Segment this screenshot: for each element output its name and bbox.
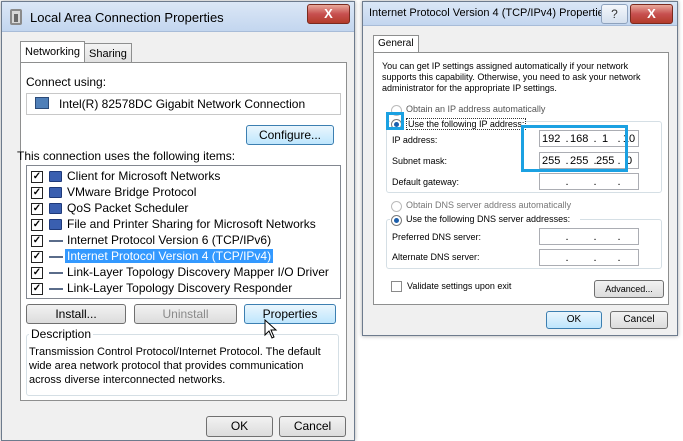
obtain-ip-auto-label: Obtain an IP address automatically (406, 104, 546, 114)
item-checkbox[interactable]: ✓ (31, 219, 43, 231)
cancel-button[interactable]: Cancel (610, 311, 668, 329)
use-following-ip-option[interactable]: Use the following IP address: (390, 118, 527, 132)
client-icon (49, 171, 62, 182)
tab-sharing[interactable]: Sharing (84, 43, 132, 63)
list-item[interactable]: ✓ Link-Layer Topology Discovery Mapper I… (27, 265, 340, 281)
network-service-icon (49, 187, 62, 198)
network-card-icon (35, 97, 49, 109)
uninstall-button[interactable]: Uninstall (134, 304, 237, 324)
network-service-icon (49, 219, 62, 230)
preferred-dns-label: Preferred DNS server: (392, 232, 482, 242)
properties-button[interactable]: Properties (244, 304, 336, 324)
intro-text: You can get IP settings assigned automat… (382, 61, 641, 93)
list-item[interactable]: ✓ Client for Microsoft Networks (27, 169, 340, 185)
subnet-mask-label: Subnet mask: (392, 156, 448, 166)
item-label: Link-Layer Topology Discovery Mapper I/O… (67, 265, 329, 279)
ip-address-label: IP address: (392, 135, 438, 145)
obtain-dns-auto-label: Obtain DNS server address automatically (406, 200, 572, 210)
help-button[interactable]: ? (601, 4, 628, 24)
highlight-use-following-ip (386, 112, 404, 130)
network-service-icon (49, 203, 62, 214)
ok-button[interactable]: OK (206, 416, 273, 437)
item-checkbox[interactable]: ✓ (31, 251, 43, 263)
tab-networking[interactable]: Networking (20, 41, 86, 63)
close-button[interactable]: X (630, 4, 673, 24)
highlight-ip-fields (521, 125, 628, 172)
use-following-dns-label: Use the following DNS server addresses: (406, 214, 571, 224)
protocol-icon (49, 272, 63, 274)
item-label: Internet Protocol Version 4 (TCP/IPv4) (65, 249, 274, 263)
item-label: QoS Packet Scheduler (67, 201, 189, 215)
title-bar[interactable]: Internet Protocol Version 4 (TCP/IPv4) P… (363, 2, 677, 26)
alternate-dns-field[interactable]: . . . (539, 249, 639, 266)
default-gateway-field[interactable]: . . . (539, 173, 639, 190)
protocol-icon (49, 256, 63, 258)
items-label: This connection uses the following items… (17, 149, 236, 163)
item-label: Link-Layer Topology Discovery Responder (67, 281, 293, 295)
install-button[interactable]: Install... (26, 304, 126, 324)
preferred-dns-field[interactable]: . . . (539, 228, 639, 245)
use-following-ip-label: Use the following IP address: (406, 118, 527, 130)
description-label: Description (29, 327, 94, 341)
list-item[interactable]: ✓ Link-Layer Topology Discovery Responde… (27, 281, 340, 297)
item-label: VMware Bridge Protocol (67, 185, 197, 199)
description-text: Transmission Control Protocol/Internet P… (29, 346, 321, 386)
general-panel: You can get IP settings assigned automat… (373, 52, 669, 305)
dialog-title: Internet Protocol Version 4 (TCP/IPv4) P… (369, 7, 610, 19)
item-label: Internet Protocol Version 6 (TCP/IPv6) (67, 233, 272, 247)
close-button[interactable]: X (307, 4, 350, 24)
ipv4-properties-dialog: Internet Protocol Version 4 (TCP/IPv4) P… (362, 1, 678, 336)
item-label: File and Printer Sharing for Microsoft N… (67, 217, 316, 231)
cancel-button[interactable]: Cancel (279, 416, 346, 437)
alternate-dns-label: Alternate DNS server: (392, 252, 480, 262)
ok-button[interactable]: OK (546, 311, 602, 329)
title-bar[interactable]: Local Area Connection Properties X (2, 2, 354, 32)
adapter-field: Intel(R) 82578DC Gigabit Network Connect… (26, 93, 341, 115)
item-checkbox[interactable]: ✓ (31, 187, 43, 199)
adapter-name: Intel(R) 82578DC Gigabit Network Connect… (59, 97, 306, 111)
obtain-dns-auto-radio[interactable] (391, 201, 402, 212)
description-group: Description Transmission Control Protoco… (26, 327, 339, 396)
connect-using-label: Connect using: (26, 75, 107, 89)
mouse-cursor-icon (264, 319, 278, 339)
list-item[interactable]: ✓ File and Printer Sharing for Microsoft… (27, 217, 340, 233)
tab-general[interactable]: General (373, 35, 419, 53)
list-item[interactable]: ✓ Internet Protocol Version 6 (TCP/IPv6) (27, 233, 340, 249)
list-item[interactable]: ✓ QoS Packet Scheduler (27, 201, 340, 217)
default-gateway-label: Default gateway: (392, 177, 460, 187)
configure-button[interactable]: Configure... (246, 125, 334, 145)
item-checkbox[interactable]: ✓ (31, 203, 43, 215)
protocol-icon (49, 288, 63, 290)
list-item[interactable]: ✓ VMware Bridge Protocol (27, 185, 340, 201)
components-list[interactable]: ✓ Client for Microsoft Networks ✓ VMware… (26, 165, 341, 299)
dialog-title: Local Area Connection Properties (30, 10, 224, 25)
protocol-icon (49, 240, 63, 242)
use-following-dns-option[interactable]: Use the following DNS server addresses: (390, 214, 580, 227)
item-checkbox[interactable]: ✓ (31, 171, 43, 183)
item-checkbox[interactable]: ✓ (31, 267, 43, 279)
validate-label: Validate settings upon exit (407, 281, 512, 291)
item-checkbox[interactable]: ✓ (31, 283, 43, 295)
network-adapter-icon (10, 9, 22, 25)
list-item-selected[interactable]: ✓ Internet Protocol Version 4 (TCP/IPv4) (27, 249, 340, 265)
validate-checkbox[interactable] (391, 281, 402, 292)
local-area-connection-properties-dialog: Local Area Connection Properties X Netwo… (1, 1, 355, 441)
networking-panel: Connect using: Intel(R) 82578DC Gigabit … (17, 62, 347, 401)
item-label: Client for Microsoft Networks (67, 169, 221, 183)
use-following-dns-radio[interactable] (391, 215, 402, 226)
item-checkbox[interactable]: ✓ (31, 235, 43, 247)
advanced-button[interactable]: Advanced... (594, 280, 664, 298)
